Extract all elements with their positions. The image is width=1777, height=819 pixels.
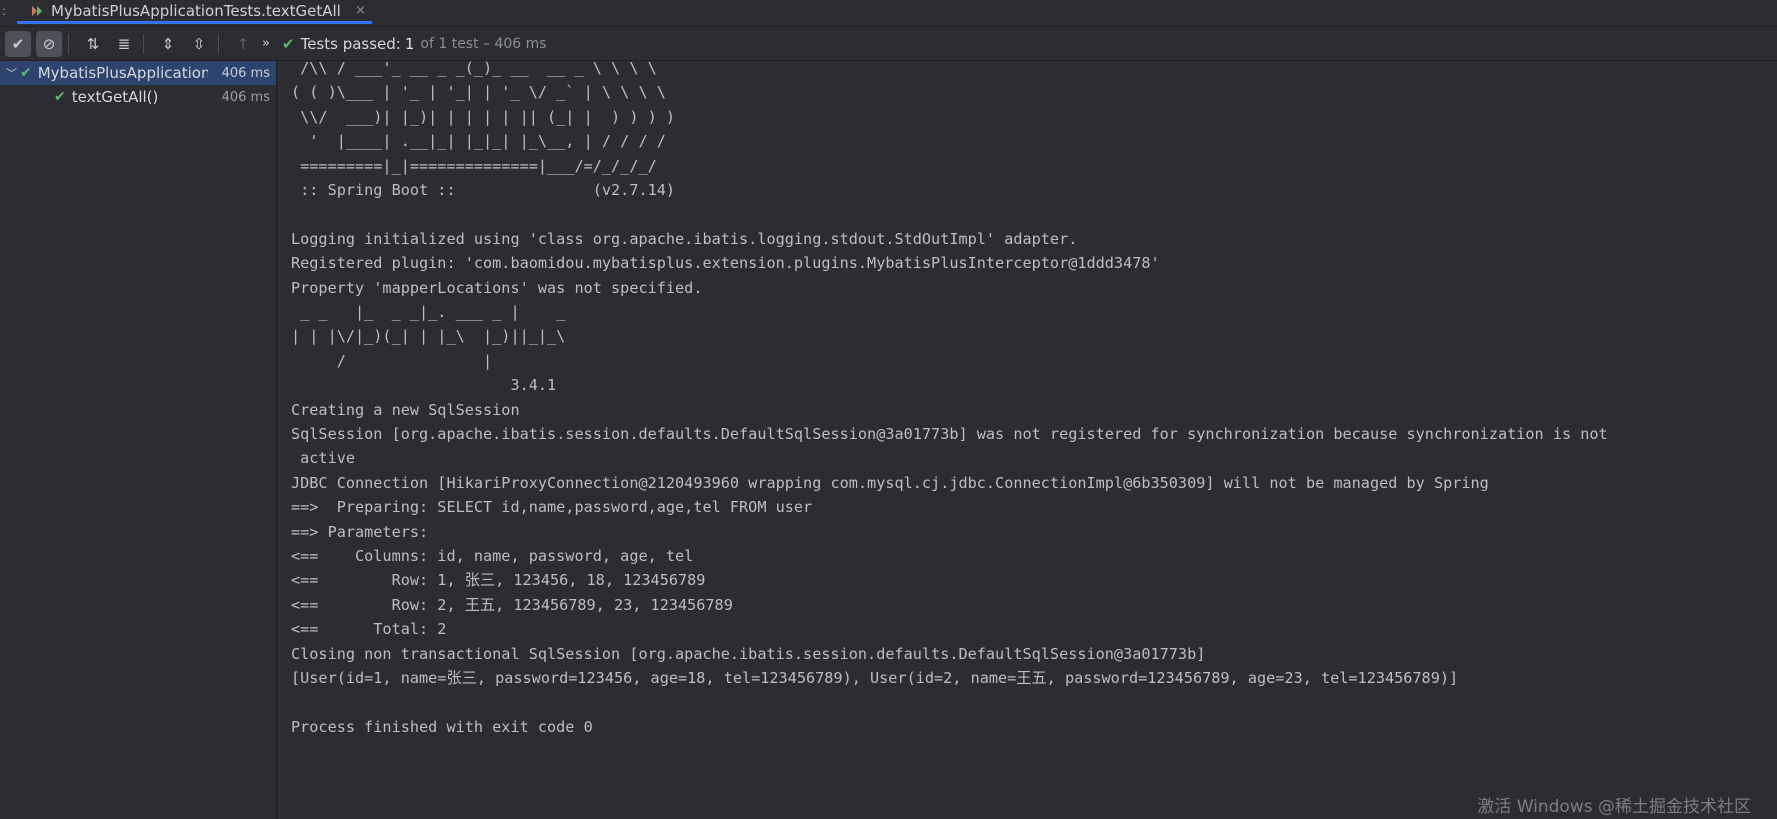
- console-line: <== Row: 1, 张三, 123456, 18, 123456789: [291, 571, 706, 590]
- console-line: ' |____| .__|_| |_|_| |_\__, | / / / /: [291, 132, 666, 151]
- sort-by-duration-button[interactable]: ≣: [111, 31, 137, 57]
- console-line: =========|_|==============|___/=/_/_/_/: [291, 156, 657, 175]
- test-tree: ﹀ ✔ MybatisPlusApplicationTests 406 ms ✔…: [0, 61, 277, 819]
- console-line: Property 'mapperLocations' was not speci…: [291, 278, 703, 297]
- test-status: ✔ Tests passed: 1 of 1 test – 406 ms: [282, 35, 547, 53]
- console-line: <== Row: 2, 王五, 123456789, 23, 123456789: [291, 595, 733, 614]
- collapse-all-button[interactable]: ⇳: [186, 31, 212, 57]
- console-line: Process finished with exit code 0: [291, 717, 593, 736]
- console-line: ( ( )\___ | '_ | '_| | '_ \/ _` | \ \ \ …: [291, 83, 666, 102]
- more-actions-button[interactable]: »: [258, 31, 274, 57]
- console-line: <== Columns: id, name, password, age, te…: [291, 547, 694, 565]
- console-line: Logging initialized using 'class org.apa…: [291, 229, 1078, 248]
- expand-all-icon: ⇕: [161, 34, 175, 53]
- console-line: _ _ |_ _ _|_. ___ _ | _: [291, 303, 566, 321]
- tab-bar-menu[interactable]: :: [2, 4, 6, 18]
- console-line: / |: [291, 351, 493, 370]
- chevron-down-icon[interactable]: ﹀: [6, 65, 20, 81]
- expand-all-button[interactable]: ⇕: [155, 31, 181, 57]
- tab-run-config[interactable]: MybatisPlusApplicationTests.textGetAll ×: [17, 0, 372, 24]
- show-passed-button[interactable]: ✔: [5, 30, 31, 57]
- status-summary: of 1 test – 406 ms: [420, 35, 547, 52]
- console-line: | | |\/|_)(_| | |_\ |_)||_|_\: [291, 327, 566, 346]
- console-line: /\\ / ___'_ __ _ _(_)_ __ __ _ \ \ \ \: [291, 61, 657, 77]
- console-line: Creating a new SqlSession: [291, 400, 520, 419]
- console-line: ==> Preparing: SELECT id,name,password,a…: [291, 498, 813, 517]
- console-line: \\/ ___)| |_)| | | | | || (_| | ) ) ) ): [291, 107, 676, 126]
- console-line: <== Total: 2: [291, 620, 447, 639]
- console-line: JDBC Connection [HikariProxyConnection@2…: [291, 473, 1489, 492]
- sort-alphabetically-button[interactable]: ⇅: [80, 31, 106, 57]
- console-line: Closing non transactional SqlSession [or…: [291, 644, 1206, 663]
- console-line: SqlSession [org.apache.ibatis.session.de…: [291, 425, 1608, 443]
- console-output[interactable]: /\\ / ___'_ __ _ _(_)_ __ __ _ \ \ \ \ ( …: [277, 61, 1777, 819]
- tree-node-test-method[interactable]: ✔ textGetAll() 406 ms: [0, 85, 276, 109]
- toolbar-separator: [68, 33, 69, 54]
- status-label: Tests passed:: [300, 34, 401, 53]
- passed-check-icon: ✔: [54, 89, 66, 105]
- status-count: 1: [404, 34, 415, 53]
- tree-node-duration: 406 ms: [221, 65, 270, 81]
- editor-tab-bar: : MybatisPlusApplicationTests.textGetAll…: [0, 0, 1777, 27]
- test-runner-toolbar: ✔ ⊘ ⇅ ≣ ⇕ ⇳ ↑ » ✔ Tests passed: 1 of 1 t…: [0, 27, 1777, 61]
- show-ignored-button[interactable]: ⊘: [36, 30, 62, 57]
- sort-duration-icon: ≣: [117, 34, 131, 53]
- double-chevron-icon: »: [262, 36, 270, 51]
- console-line: [User(id=1, name=张三, password=123456, ag…: [291, 669, 1459, 687]
- tree-node-label: textGetAll(): [71, 88, 159, 106]
- watermark: 激活 Windows @稀土掘金技术社区: [1477, 797, 1751, 817]
- passed-check-icon: ✔: [20, 65, 32, 81]
- check-icon: ✔: [11, 34, 25, 53]
- arrow-up-icon: ↑: [236, 34, 250, 53]
- console-line: 3.4.1: [291, 376, 557, 395]
- sort-alpha-icon: ⇅: [86, 34, 100, 53]
- console-line: ==> Parameters:: [291, 522, 438, 541]
- previous-failed-button[interactable]: ↑: [230, 31, 256, 57]
- tab-title: MybatisPlusApplicationTests.textGetAll: [51, 1, 341, 20]
- tree-node-label: MybatisPlusApplicationTests: [37, 64, 208, 82]
- toolbar-separator: [143, 33, 144, 54]
- collapse-all-icon: ⇳: [192, 34, 206, 53]
- close-tab-icon[interactable]: ×: [355, 3, 366, 18]
- toolbar-separator: [218, 33, 219, 54]
- console-line: :: Spring Boot :: (v2.7.14): [291, 181, 676, 199]
- test-run-icon: [31, 5, 43, 17]
- console-line: Registered plugin: 'com.baomidou.mybatis…: [291, 254, 1160, 273]
- tree-node-duration: 406 ms: [221, 89, 270, 105]
- console-line: active: [291, 449, 356, 468]
- passed-check-icon: ✔: [282, 34, 295, 53]
- tree-node-test-class[interactable]: ﹀ ✔ MybatisPlusApplicationTests 406 ms: [0, 61, 276, 85]
- ignored-icon: ⊘: [42, 34, 56, 53]
